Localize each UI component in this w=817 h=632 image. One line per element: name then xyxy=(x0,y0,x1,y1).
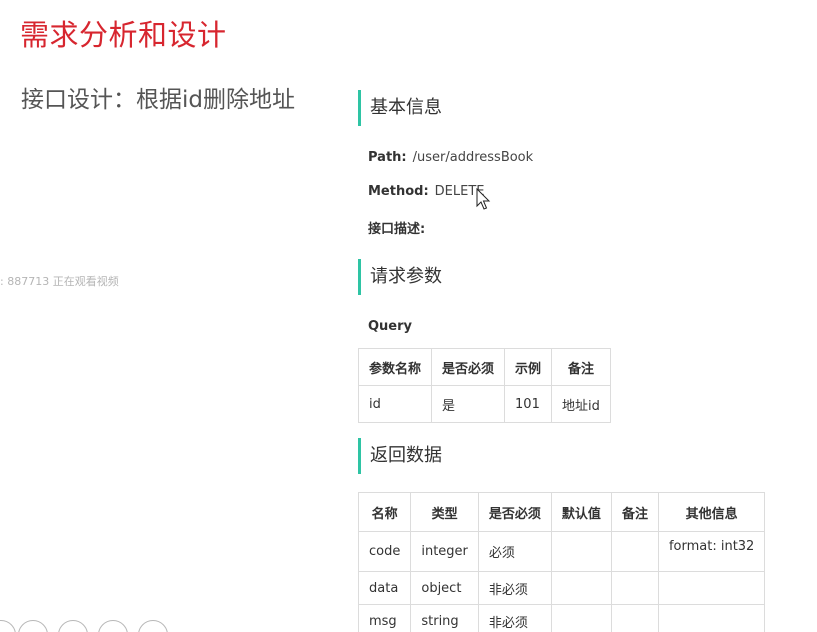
page-title: 需求分析和设计 xyxy=(20,18,227,52)
description-row: 接口描述: xyxy=(368,218,425,237)
table-row: id 是 101 地址id xyxy=(357,385,611,423)
response-name-cell: data xyxy=(357,571,412,605)
params-header-example: 示例 xyxy=(504,348,553,386)
params-header-required: 是否必须 xyxy=(431,348,506,386)
response-note-cell xyxy=(610,604,659,632)
response-header-name: 名称 xyxy=(357,492,412,532)
viewer-watermark: : 887713 正在观看视频 xyxy=(0,273,119,289)
response-type-cell: object xyxy=(410,571,479,605)
params-table: 参数名称 是否必须 示例 备注 id 是 101 地址id xyxy=(357,348,611,423)
response-required-cell: 非必须 xyxy=(477,571,552,605)
response-header-other: 其他信息 xyxy=(657,492,766,532)
response-type-cell: string xyxy=(410,604,479,632)
section-basic-info: 基本信息 xyxy=(358,90,442,126)
param-example-cell: 101 xyxy=(504,385,553,423)
pen-icon[interactable] xyxy=(18,620,48,632)
response-required-cell: 非必须 xyxy=(477,604,552,632)
response-header-required: 是否必须 xyxy=(477,492,552,532)
mouse-pointer-icon xyxy=(476,188,491,210)
path-label: Path: xyxy=(368,150,407,165)
page-subtitle: 接口设计：根据id删除地址 xyxy=(21,87,295,113)
params-header-note: 备注 xyxy=(551,348,611,386)
params-header-name: 参数名称 xyxy=(357,348,433,386)
response-type-cell: integer xyxy=(410,531,479,572)
description-label: 接口描述: xyxy=(368,222,426,237)
back-icon[interactable] xyxy=(0,620,16,632)
response-note-cell xyxy=(610,571,659,605)
method-row: Method: DELETE xyxy=(368,184,485,199)
slide: 需求分析和设计 接口设计：根据id删除地址 : 887713 正在观看视频 基本… xyxy=(0,0,817,632)
response-default-cell xyxy=(550,571,612,605)
watermark-text: 887713 正在观看视频 xyxy=(7,275,119,288)
response-header-default: 默认值 xyxy=(550,492,612,532)
params-header-row: 参数名称 是否必须 示例 备注 xyxy=(357,348,611,386)
section-request-params: 请求参数 xyxy=(358,259,442,295)
table-row: code integer 必须 format: int32 xyxy=(357,531,766,572)
response-name-cell: msg xyxy=(357,604,412,632)
path-row: Path: /user/addressBook xyxy=(368,150,533,165)
response-table: 名称 类型 是否必须 默认值 备注 其他信息 code integer 必须 f… xyxy=(357,492,766,632)
param-note-cell: 地址id xyxy=(551,385,611,423)
zoom-icon[interactable] xyxy=(98,620,128,632)
presentation-toolbar xyxy=(0,616,180,632)
response-other-cell xyxy=(657,571,766,605)
table-row: data object 非必须 xyxy=(357,571,766,605)
response-name-cell: code xyxy=(357,531,412,572)
response-default-cell xyxy=(550,531,612,572)
response-default-cell xyxy=(550,604,612,632)
grid-icon[interactable] xyxy=(58,620,88,632)
table-row: msg string 非必须 xyxy=(357,604,766,632)
method-label: Method: xyxy=(368,184,429,199)
response-header-row: 名称 类型 是否必须 默认值 备注 其他信息 xyxy=(357,492,766,532)
param-required-cell: 是 xyxy=(431,385,506,423)
response-required-cell: 必须 xyxy=(477,531,552,572)
path-value: /user/addressBook xyxy=(412,150,534,165)
section-response-data: 返回数据 xyxy=(358,438,442,474)
response-header-type: 类型 xyxy=(410,492,479,532)
param-name-cell: id xyxy=(357,385,433,423)
query-label: Query xyxy=(368,319,413,334)
response-other-cell: format: int32 xyxy=(657,531,766,572)
response-other-cell xyxy=(657,604,766,632)
more-icon[interactable] xyxy=(138,620,168,632)
response-header-note: 备注 xyxy=(610,492,659,532)
response-note-cell xyxy=(610,531,659,572)
